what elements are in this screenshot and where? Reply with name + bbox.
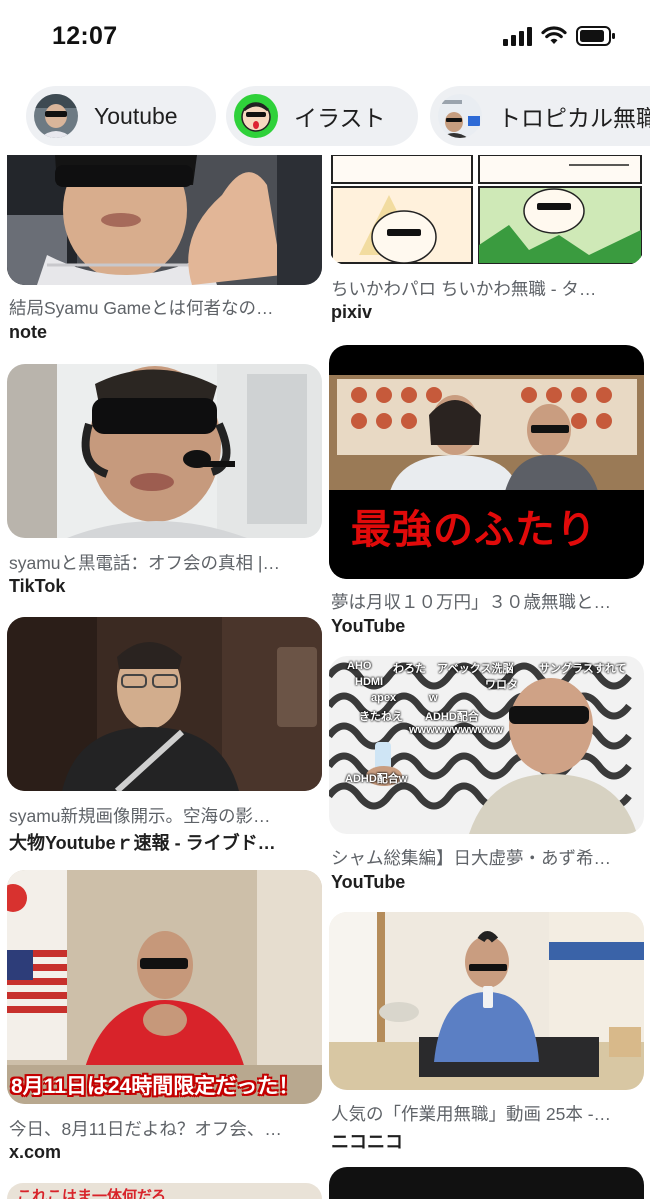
result-thumbnail[interactable]: これこはま一体何だろ [7, 1183, 322, 1199]
comment-overlay: AHO わろた アベックス洗脳 サングラスすれて HDMI ワロタ apex w… [329, 656, 644, 834]
result-thumbnail[interactable] [7, 364, 322, 538]
result-source[interactable]: pixiv [331, 302, 631, 323]
cellular-signal-icon [503, 26, 532, 46]
chip-illust-thumbnail [234, 94, 278, 138]
result-thumbnail[interactable] [7, 617, 322, 791]
result-caption[interactable]: syamu新規画像開示。空海の影… [9, 803, 309, 828]
thumbnail-overlay-text: 最強のふたり [351, 508, 597, 552]
comment-text: ADHD配合w [345, 773, 408, 785]
comment-text: わろた [393, 663, 426, 675]
comment-text: AHO [347, 660, 372, 672]
result-caption[interactable]: syamuと黒電話：オフ会の真相 |… [9, 550, 309, 575]
status-icons [503, 26, 616, 46]
result-thumbnail[interactable] [329, 912, 644, 1090]
result-source[interactable]: x.com [9, 1142, 309, 1163]
chip-illust[interactable]: イラスト [226, 86, 418, 146]
result-source[interactable]: ニコニコ [331, 1128, 631, 1154]
result-caption[interactable]: 今日、8月11日だよね？オフ会、… [9, 1116, 309, 1141]
result-source[interactable]: note [9, 322, 309, 343]
thumbnail-overlay-text: 8月11日は24時間限定だった！ [11, 1075, 300, 1098]
result-thumbnail[interactable]: 最強のふたり [329, 345, 644, 579]
comment-text: ワロタ [485, 679, 518, 691]
comment-text: アベックス洗脳 [437, 663, 514, 675]
result-thumbnail[interactable]: 8月11日は24時間限定だった！ [7, 870, 322, 1104]
chip-illust-label: イラスト [294, 105, 386, 131]
chip-youtube-thumbnail [34, 94, 78, 138]
comment-text: HDMI [355, 676, 384, 688]
comment-text: wwwwwwwwwww [409, 724, 504, 736]
result-source[interactable]: TikTok [9, 576, 309, 597]
suggestion-chips: Youtube イラスト トロピカル無職 [0, 86, 650, 148]
result-source[interactable]: YouTube [331, 616, 631, 637]
result-caption[interactable]: ちいかわパロ ちいかわ無職 - タ… [331, 276, 631, 301]
status-time: 12:07 [52, 22, 118, 50]
result-source[interactable]: YouTube [331, 872, 631, 893]
comment-text: ADHD配合 [425, 711, 479, 723]
result-thumbnail[interactable] [329, 1167, 644, 1199]
thumbnail-overlay-text: これこはま一体何だろ [17, 1188, 167, 1199]
result-caption[interactable]: 夢は月収１０万円」３０歳無職と… [331, 589, 631, 614]
result-thumbnail[interactable] [7, 155, 322, 285]
result-thumbnail[interactable] [329, 155, 644, 265]
comment-text: サングラスすれて [539, 663, 627, 675]
status-bar: 12:07 [0, 0, 650, 78]
comment-text: w [429, 692, 438, 704]
result-caption[interactable]: 結局Syamu Gameとは何者なの… [9, 295, 309, 320]
result-source[interactable]: 大物Youtubeｒ速報 - ライブド… [9, 829, 309, 855]
result-caption[interactable]: シャム総集編】日大虚夢・あず希… [331, 845, 631, 870]
result-caption[interactable]: 人気の「作業用無職」動画 25本 -… [331, 1101, 631, 1126]
chip-tropical[interactable]: トロピカル無職 [430, 86, 650, 146]
chip-tropical-label: トロピカル無職 [498, 105, 650, 131]
wifi-icon [541, 26, 567, 46]
result-thumbnail[interactable]: AHO わろた アベックス洗脳 サングラスすれて HDMI ワロタ apex w… [329, 656, 644, 834]
comment-text: きたねえ [359, 711, 403, 723]
battery-icon [576, 26, 616, 46]
chip-tropical-thumbnail [438, 94, 482, 138]
chip-youtube[interactable]: Youtube [26, 86, 216, 146]
comment-text: apex [371, 692, 397, 704]
chip-youtube-label: Youtube [94, 102, 178, 129]
